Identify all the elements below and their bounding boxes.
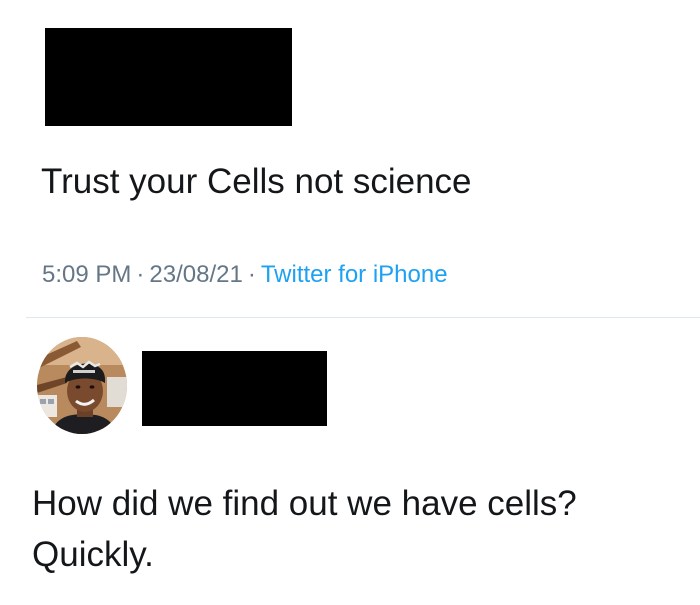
tweet-meta: 5:09 PM · 23/08/21 · Twitter for iPhone bbox=[42, 259, 448, 291]
tweet-date: 23/08/21 bbox=[149, 261, 243, 288]
avatar[interactable] bbox=[37, 337, 127, 434]
reply-text: How did we find out we have cells? Quick… bbox=[32, 478, 577, 580]
reply-text-line: How did we find out we have cells? bbox=[32, 484, 577, 523]
meta-separator: · bbox=[247, 261, 256, 288]
meta-separator: · bbox=[136, 261, 145, 288]
divider bbox=[26, 317, 700, 318]
tweet-source-link[interactable]: Twitter for iPhone bbox=[261, 261, 448, 288]
tweet-text: Trust your Cells not science bbox=[41, 162, 472, 201]
redacted-author-name bbox=[45, 28, 292, 126]
tweet-time: 5:09 PM bbox=[42, 261, 132, 288]
reply-text-line: Quickly. bbox=[32, 535, 154, 574]
redacted-reply-author-name bbox=[142, 351, 327, 426]
avatar-photo bbox=[37, 337, 127, 434]
